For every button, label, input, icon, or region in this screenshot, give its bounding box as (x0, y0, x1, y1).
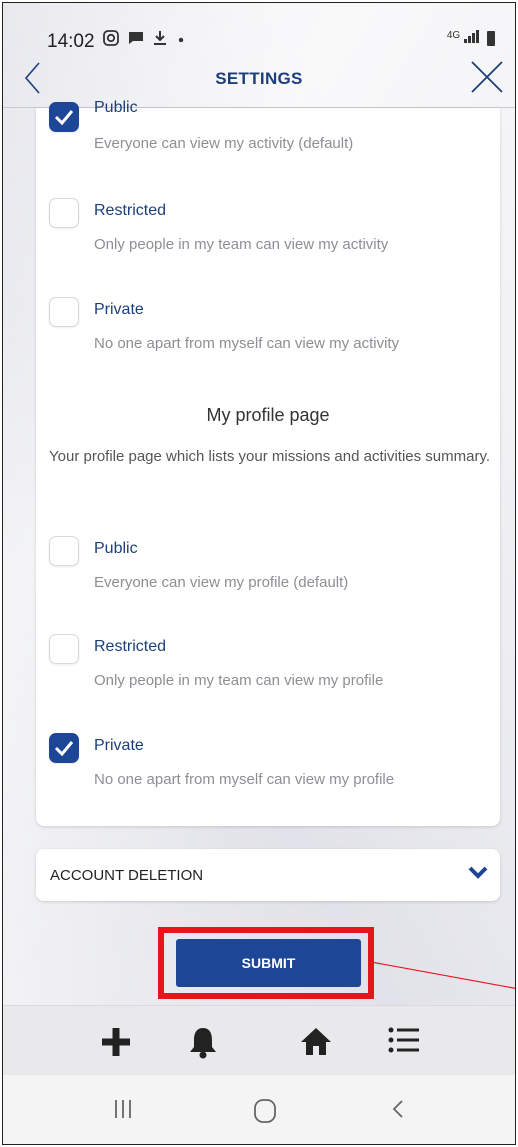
submit-button[interactable]: SUBMIT (176, 939, 361, 987)
page-title: SETTINGS (215, 69, 303, 88)
instagram-icon (103, 30, 119, 46)
profile-public-checkbox[interactable] (49, 536, 79, 566)
account-deletion-label: ACCOUNT DELETION (50, 867, 204, 884)
nav-notifications-button[interactable] (187, 1025, 223, 1059)
profile-section-description: Your profile page which lists your missi… (49, 448, 491, 465)
option-label: Public (94, 99, 138, 116)
profile-section-title: My profile page (206, 405, 330, 425)
menu-list-icon (388, 1027, 419, 1053)
account-deletion-accordion[interactable]: ACCOUNT DELETION (36, 849, 500, 901)
battery-icon (487, 31, 495, 46)
home-system-button[interactable] (251, 1097, 291, 1125)
option-description: Everyone can view my profile (default) (94, 574, 349, 591)
home-icon (301, 1028, 331, 1055)
plus-icon (102, 1028, 130, 1056)
checkmark-icon (54, 110, 74, 126)
option-description: Only people in my team can view my profi… (94, 672, 384, 689)
notification-icons (103, 30, 185, 51)
activity-public-checkbox[interactable] (49, 102, 79, 132)
back-icon (392, 1100, 403, 1118)
home-circle-icon (254, 1099, 276, 1123)
system-icons: 4G (447, 30, 495, 46)
option-description: Only people in my team can view my activ… (94, 236, 389, 253)
close-button[interactable] (469, 59, 509, 99)
network-type: 4G (446, 30, 461, 41)
chevron-down-icon (468, 866, 488, 879)
recents-button[interactable] (111, 1097, 151, 1125)
option-label: Private (94, 301, 144, 318)
nav-add-button[interactable] (99, 1025, 135, 1057)
chat-icon (128, 32, 143, 44)
close-icon (471, 61, 503, 93)
nav-home-button[interactable] (299, 1025, 335, 1057)
activity-private-checkbox[interactable] (49, 297, 79, 327)
back-system-button[interactable] (387, 1097, 427, 1125)
phone-screen: 14:02 4G SETTINGS Public Everyone can vi… (2, 2, 516, 1145)
android-navigation-bar (3, 1075, 515, 1144)
profile-restricted-checkbox[interactable] (49, 634, 79, 664)
option-label: Public (94, 540, 138, 557)
privacy-settings-card: Public Everyone can view my activity (de… (36, 99, 500, 826)
status-time: 14:02 (47, 31, 95, 52)
bottom-navigation (3, 1005, 515, 1076)
activity-restricted-checkbox[interactable] (49, 198, 79, 228)
profile-private-checkbox[interactable] (49, 733, 79, 763)
option-label: Private (94, 737, 144, 754)
nav-menu-button[interactable] (387, 1025, 423, 1057)
option-description: No one apart from myself can view my pro… (94, 771, 395, 788)
option-description: No one apart from myself can view my act… (94, 335, 400, 352)
bell-icon (190, 1028, 216, 1059)
checkmark-icon (54, 741, 74, 757)
dot-icon (179, 37, 184, 43)
signal-icon (464, 30, 480, 46)
settings-header: SETTINGS (3, 57, 515, 108)
recents-icon (115, 1100, 131, 1118)
option-label: Restricted (94, 202, 167, 219)
download-icon (154, 31, 167, 45)
option-label: Restricted (94, 638, 167, 655)
option-description: Everyone can view my activity (default) (94, 135, 354, 152)
